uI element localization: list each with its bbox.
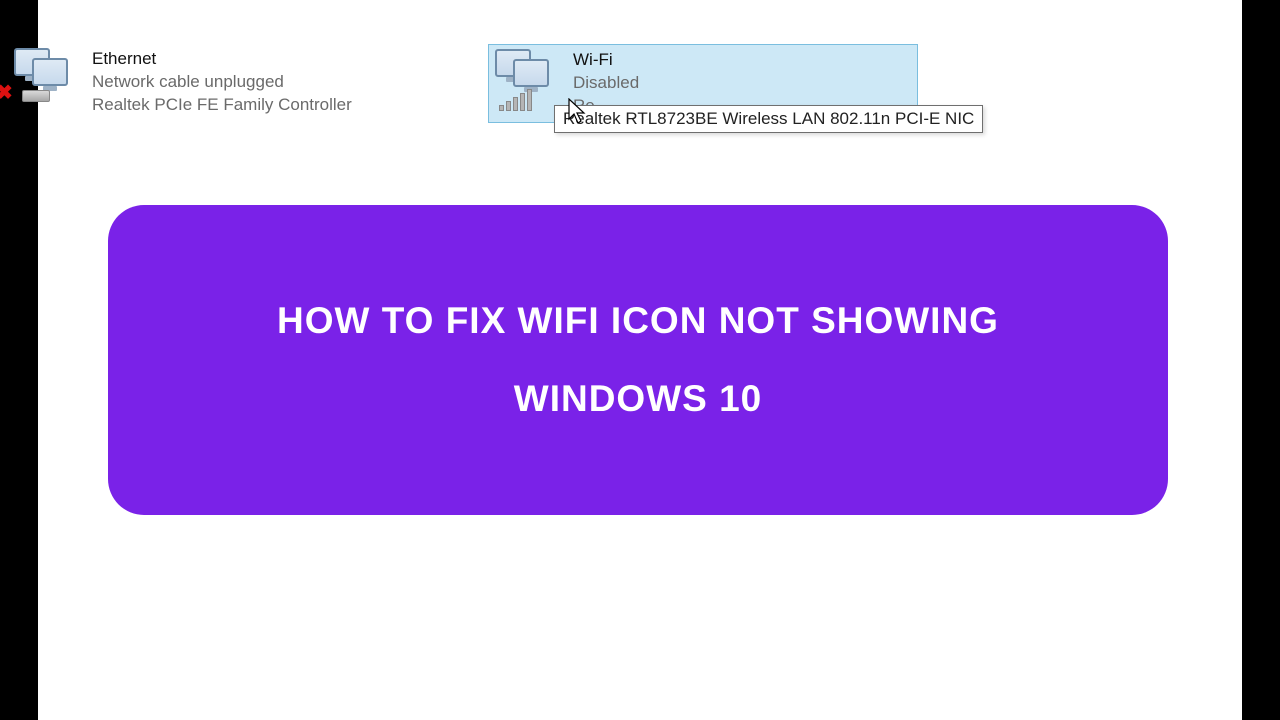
ethernet-icon: ✖ <box>14 48 84 108</box>
banner-line-1: HOW TO FIX WIFI ICON NOT SHOWING <box>277 300 999 342</box>
adapter-device: Realtek PCIe FE Family Controller <box>92 94 352 117</box>
tooltip: Realtek RTL8723BE Wireless LAN 802.11n P… <box>554 105 983 133</box>
window-content: ✖ Ethernet Network cable unplugged Realt… <box>38 0 1242 720</box>
adapter-name: Ethernet <box>92 48 352 71</box>
banner-line-2: WINDOWS 10 <box>514 378 762 420</box>
adapter-ethernet[interactable]: ✖ Ethernet Network cable unplugged Realt… <box>8 44 438 123</box>
wifi-icon <box>495 49 565 109</box>
adapter-name: Wi-Fi <box>573 49 639 72</box>
cursor-icon <box>568 98 588 126</box>
title-banner: HOW TO FIX WIFI ICON NOT SHOWING WINDOWS… <box>108 205 1168 515</box>
adapter-status: Network cable unplugged <box>92 71 352 94</box>
adapter-status: Disabled <box>573 72 639 95</box>
